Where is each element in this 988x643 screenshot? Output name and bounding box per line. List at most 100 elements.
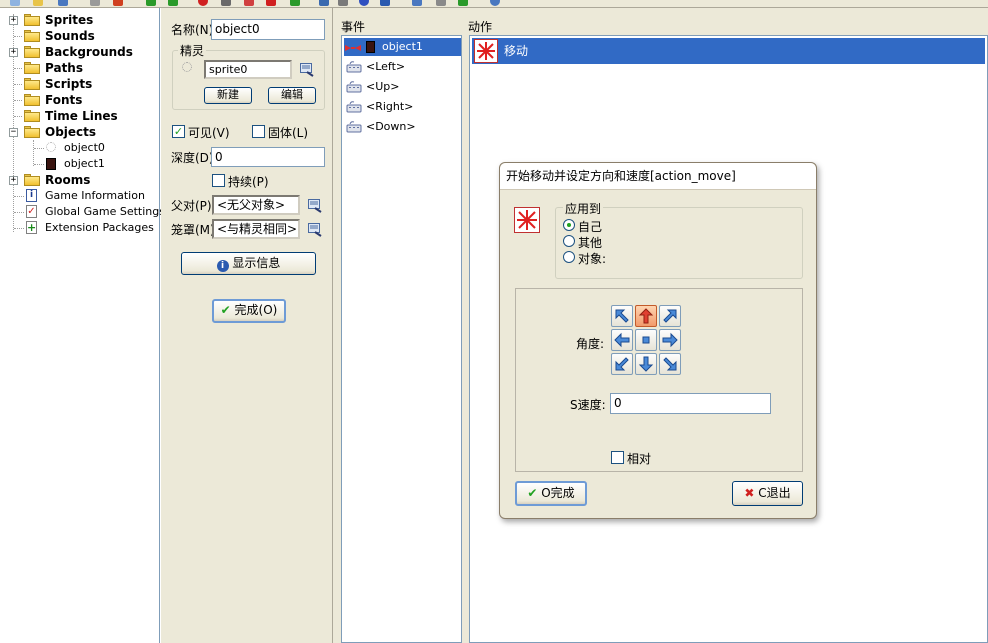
- dialog-title: 开始移动并设定方向和速度[action_move]: [500, 163, 816, 190]
- keyboard-icon: [346, 101, 362, 113]
- add-object-icon[interactable]: [359, 0, 369, 6]
- tree-item-global-game-settings[interactable]: ✓ Global Game Settings: [0, 204, 165, 220]
- tree-item-label: Extension Packages: [45, 221, 154, 234]
- direction-left-button[interactable]: [611, 329, 633, 351]
- keyboard-icon: [346, 81, 362, 93]
- applies-object-radio[interactable]: [563, 251, 575, 263]
- direction-stop-button[interactable]: [635, 329, 657, 351]
- tree-item-game-information[interactable]: i Game Information: [0, 188, 158, 204]
- arrow-left-icon: [614, 332, 630, 348]
- mask-field: <与精灵相同>: [212, 219, 300, 239]
- expand-icon[interactable]: +: [9, 16, 18, 25]
- tree-item-timelines[interactable]: Time Lines: [0, 108, 158, 124]
- collapse-icon[interactable]: −: [9, 128, 18, 137]
- direction-down-right-button[interactable]: [659, 353, 681, 375]
- parent-browse-icon[interactable]: [308, 199, 322, 213]
- add-script-icon[interactable]: [290, 0, 300, 6]
- publish-icon[interactable]: [90, 0, 100, 6]
- tree-item-extension-packages[interactable]: + Extension Packages: [0, 220, 158, 236]
- add-timeline-icon[interactable]: [338, 0, 348, 6]
- add-room-icon[interactable]: [380, 0, 390, 6]
- actions-header: 动作: [468, 20, 493, 34]
- tree-item-object0[interactable]: object0: [0, 140, 158, 156]
- folder-icon: [24, 62, 40, 74]
- move-action-icon: [474, 39, 498, 63]
- object-properties-panel: 名称(N) object0 精灵 sprite0 新建 编辑 ✓ 可见(V) 固…: [161, 8, 333, 643]
- visible-checkbox[interactable]: ✓: [172, 125, 185, 138]
- debug-icon[interactable]: [113, 0, 123, 6]
- save-icon[interactable]: [58, 0, 68, 6]
- event-item-down[interactable]: <Down>: [344, 118, 461, 136]
- add-path-icon[interactable]: [266, 0, 276, 6]
- dialog-cancel-button[interactable]: ✖ C退出: [732, 481, 803, 506]
- event-item-collision-object1[interactable]: object1: [344, 38, 461, 56]
- extensions-icon[interactable]: [458, 0, 468, 6]
- keyboard-icon: [346, 121, 362, 133]
- sprite-browse-icon[interactable]: [300, 63, 314, 77]
- settings-icon[interactable]: [436, 0, 446, 6]
- new-sprite-button[interactable]: 新建: [204, 87, 252, 104]
- dialog-ok-button[interactable]: ✔ O完成: [515, 481, 587, 506]
- event-item-left[interactable]: <Left>: [344, 58, 461, 76]
- game-info-icon[interactable]: [412, 0, 422, 6]
- speed-input[interactable]: 0: [610, 393, 771, 414]
- depth-input[interactable]: 0: [211, 147, 325, 167]
- tree-item-rooms[interactable]: + Rooms: [0, 172, 158, 188]
- applies-other-radio[interactable]: [563, 235, 575, 247]
- open-icon[interactable]: [33, 0, 43, 6]
- direction-right-button[interactable]: [659, 329, 681, 351]
- tree-item-scripts[interactable]: Scripts: [0, 76, 158, 92]
- tree-item-objects[interactable]: − Objects: [0, 124, 158, 140]
- tree-item-backgrounds[interactable]: + Backgrounds: [0, 44, 158, 60]
- event-item-up[interactable]: <Up>: [344, 78, 461, 96]
- tree-item-object1[interactable]: object1: [0, 156, 158, 172]
- tree-item-paths[interactable]: Paths: [0, 60, 158, 76]
- panel-splitter[interactable]: [333, 8, 340, 643]
- settings-check-icon: ✓: [26, 205, 37, 218]
- name-input[interactable]: object0: [211, 19, 325, 40]
- relative-checkbox[interactable]: [611, 451, 624, 464]
- add-background-icon[interactable]: [244, 0, 254, 6]
- events-list[interactable]: object1 <Left> <Up> <Right> <Down>: [341, 35, 462, 643]
- arrow-right-icon: [662, 332, 678, 348]
- direction-up-left-button[interactable]: [611, 305, 633, 327]
- run-icon[interactable]: [146, 0, 156, 6]
- run-debug-icon[interactable]: [168, 0, 178, 6]
- resource-tree: + Sprites Sounds + Backgrounds Paths Scr…: [0, 8, 165, 643]
- tree-item-label: Time Lines: [45, 109, 118, 123]
- persistent-checkbox[interactable]: [212, 174, 225, 187]
- mask-browse-icon[interactable]: [308, 223, 322, 237]
- applies-self-radio[interactable]: [563, 219, 575, 231]
- add-sprite-icon[interactable]: [198, 0, 208, 6]
- tree-item-fonts[interactable]: Fonts: [0, 92, 158, 108]
- edit-sprite-button[interactable]: 编辑: [268, 87, 316, 104]
- direction-up-button[interactable]: [635, 305, 657, 327]
- event-label: <Up>: [366, 80, 400, 93]
- move-action-dialog: 开始移动并设定方向和速度[action_move] 应用到 自己 其他 对象: …: [499, 162, 817, 519]
- parent-field: <无父对象>: [212, 195, 300, 215]
- tree-item-sprites[interactable]: + Sprites: [0, 12, 158, 28]
- solid-checkbox[interactable]: [252, 125, 265, 138]
- checkmark-icon: ✔: [220, 303, 231, 317]
- action-item-move[interactable]: 移动: [472, 38, 985, 64]
- info-icon: i: [26, 189, 37, 202]
- sprite-group-title: 精灵: [178, 42, 207, 59]
- add-font-icon[interactable]: [319, 0, 329, 6]
- collision-icon: [345, 45, 361, 51]
- expand-icon[interactable]: +: [9, 48, 18, 57]
- expand-icon[interactable]: +: [9, 176, 18, 185]
- show-info-button[interactable]: i 显示信息: [181, 252, 316, 275]
- event-item-right[interactable]: <Right>: [344, 98, 461, 116]
- direction-down-left-button[interactable]: [611, 353, 633, 375]
- object-ok-button[interactable]: ✔ 完成(O): [212, 299, 286, 323]
- relative-label: 相对: [627, 452, 652, 466]
- new-icon[interactable]: [10, 0, 20, 6]
- applies-to-title: 应用到: [563, 200, 604, 217]
- event-label: <Right>: [366, 100, 414, 113]
- direction-down-button[interactable]: [635, 353, 657, 375]
- add-sound-icon[interactable]: [221, 0, 231, 6]
- ok-label: 完成(O): [234, 303, 278, 317]
- tree-item-sounds[interactable]: Sounds: [0, 28, 158, 44]
- help-icon[interactable]: [490, 0, 500, 6]
- direction-up-right-button[interactable]: [659, 305, 681, 327]
